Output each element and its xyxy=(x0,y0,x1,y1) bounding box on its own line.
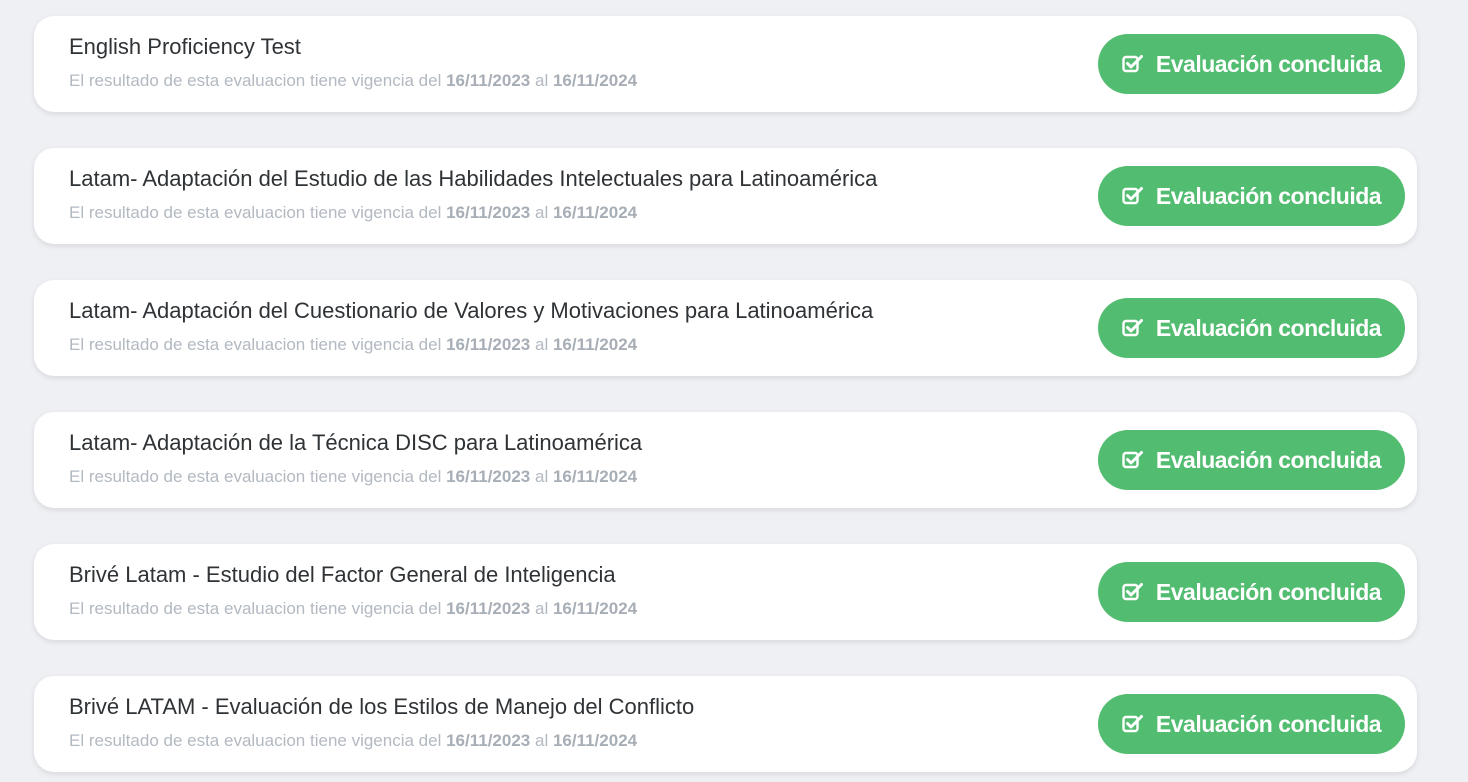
evaluation-validity: El resultado de esta evaluacion tiene vi… xyxy=(69,599,1097,619)
validity-end-date: 16/11/2024 xyxy=(552,731,638,750)
evaluation-title: Latam- Adaptación del Cuestionario de Va… xyxy=(69,298,874,323)
validity-end-date: 16/11/2024 xyxy=(552,335,638,354)
evaluation-info: Brivé LATAM - Evaluación de los Estilos … xyxy=(69,694,1097,751)
evaluation-card: English Proficiency Test El resultado de… xyxy=(34,16,1417,112)
evaluation-card: Brivé LATAM - Evaluación de los Estilos … xyxy=(34,676,1417,772)
validity-joiner: al xyxy=(534,599,549,618)
validity-joiner: al xyxy=(534,731,549,750)
evaluation-info: Latam- Adaptación del Estudio de las Hab… xyxy=(69,166,1097,223)
evaluation-validity: El resultado de esta evaluacion tiene vi… xyxy=(69,71,1097,91)
evaluation-info: Latam- Adaptación del Cuestionario de Va… xyxy=(69,298,1097,355)
validity-start-date: 16/11/2023 xyxy=(446,731,531,750)
evaluation-completed-button[interactable]: Evaluación concluida xyxy=(1098,34,1405,94)
evaluation-card: Latam- Adaptación del Cuestionario de Va… xyxy=(34,280,1417,376)
evaluation-completed-button[interactable]: Evaluación concluida xyxy=(1098,298,1405,358)
validity-prefix: El resultado de esta evaluacion tiene vi… xyxy=(69,599,442,618)
evaluation-info: Brivé Latam - Estudio del Factor General… xyxy=(69,562,1097,619)
evaluation-completed-button[interactable]: Evaluación concluida xyxy=(1098,694,1405,754)
status-label: Evaluación concluida xyxy=(1155,50,1382,77)
evaluation-title: Brivé Latam - Estudio del Factor General… xyxy=(69,562,616,587)
validity-prefix: El resultado de esta evaluacion tiene vi… xyxy=(69,203,442,222)
validity-prefix: El resultado de esta evaluacion tiene vi… xyxy=(69,467,442,486)
validity-end-date: 16/11/2024 xyxy=(552,467,638,486)
evaluation-completed-button[interactable]: Evaluación concluida xyxy=(1098,562,1405,622)
validity-prefix: El resultado de esta evaluacion tiene vi… xyxy=(69,71,442,90)
validity-start-date: 16/11/2023 xyxy=(446,335,531,354)
validity-start-date: 16/11/2023 xyxy=(446,71,531,90)
validity-prefix: El resultado de esta evaluacion tiene vi… xyxy=(69,731,442,750)
validity-start-date: 16/11/2023 xyxy=(446,203,531,222)
evaluation-validity: El resultado de esta evaluacion tiene vi… xyxy=(69,467,1097,487)
evaluation-completed-button[interactable]: Evaluación concluida xyxy=(1098,166,1405,226)
evaluation-list: English Proficiency Test El resultado de… xyxy=(34,16,1417,772)
evaluation-card: Latam- Adaptación de la Técnica DISC par… xyxy=(34,412,1417,508)
evaluation-title: English Proficiency Test xyxy=(69,34,301,59)
evaluation-validity: El resultado de esta evaluacion tiene vi… xyxy=(69,203,1097,223)
validity-end-date: 16/11/2024 xyxy=(552,599,638,618)
evaluation-info: Latam- Adaptación de la Técnica DISC par… xyxy=(69,430,1097,487)
status-label: Evaluación concluida xyxy=(1155,578,1382,605)
validity-joiner: al xyxy=(534,203,549,222)
validity-end-date: 16/11/2024 xyxy=(552,71,638,90)
evaluation-info: English Proficiency Test El resultado de… xyxy=(69,34,1097,91)
validity-joiner: al xyxy=(534,467,549,486)
check-square-icon xyxy=(1122,187,1143,205)
status-label: Evaluación concluida xyxy=(1155,314,1382,341)
evaluation-card: Brivé Latam - Estudio del Factor General… xyxy=(34,544,1417,640)
status-label: Evaluación concluida xyxy=(1155,446,1382,473)
status-label: Evaluación concluida xyxy=(1155,710,1382,737)
evaluation-title: Latam- Adaptación del Estudio de las Hab… xyxy=(69,166,878,191)
check-square-icon xyxy=(1122,583,1143,601)
status-label: Evaluación concluida xyxy=(1155,182,1382,209)
check-square-icon xyxy=(1122,319,1143,337)
evaluation-validity: El resultado de esta evaluacion tiene vi… xyxy=(69,731,1097,751)
validity-joiner: al xyxy=(534,71,549,90)
validity-start-date: 16/11/2023 xyxy=(446,599,531,618)
validity-prefix: El resultado de esta evaluacion tiene vi… xyxy=(69,335,442,354)
check-square-icon xyxy=(1122,55,1143,73)
evaluation-title: Brivé LATAM - Evaluación de los Estilos … xyxy=(69,694,695,719)
validity-joiner: al xyxy=(534,335,549,354)
check-square-icon xyxy=(1122,451,1143,469)
evaluation-validity: El resultado de esta evaluacion tiene vi… xyxy=(69,335,1097,355)
evaluation-title: Latam- Adaptación de la Técnica DISC par… xyxy=(69,430,643,455)
validity-start-date: 16/11/2023 xyxy=(446,467,531,486)
validity-end-date: 16/11/2024 xyxy=(552,203,638,222)
evaluation-completed-button[interactable]: Evaluación concluida xyxy=(1098,430,1405,490)
evaluation-card: Latam- Adaptación del Estudio de las Hab… xyxy=(34,148,1417,244)
check-square-icon xyxy=(1122,715,1143,733)
